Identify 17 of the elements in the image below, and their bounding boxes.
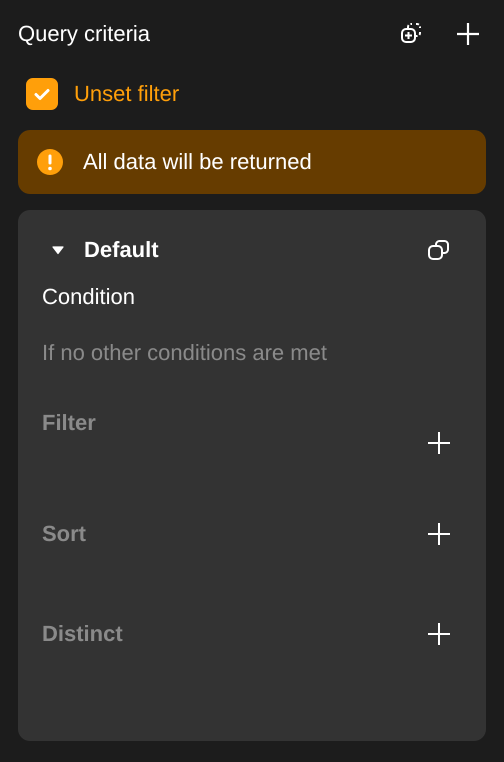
add-icon[interactable] xyxy=(426,521,452,547)
collapse-triangle-icon[interactable] xyxy=(52,245,64,255)
warning-icon xyxy=(37,149,63,175)
condition-label: Condition xyxy=(42,284,135,310)
condition-description: If no other conditions are met xyxy=(42,340,327,366)
group-title: Default xyxy=(84,237,160,263)
checkbox[interactable] xyxy=(26,78,58,110)
duplicate-icon[interactable] xyxy=(426,237,452,263)
panel-title: Query criteria xyxy=(18,21,150,47)
section-label: Distinct xyxy=(42,621,123,647)
checkbox-label[interactable]: Unset filter xyxy=(74,81,180,107)
add-icon[interactable] xyxy=(426,430,452,456)
add-icon[interactable] xyxy=(454,20,482,48)
section-label: Sort xyxy=(42,521,86,547)
add-icon[interactable] xyxy=(426,621,452,647)
warning-message: All data will be returned xyxy=(83,149,312,175)
section-label: Filter xyxy=(42,410,96,436)
